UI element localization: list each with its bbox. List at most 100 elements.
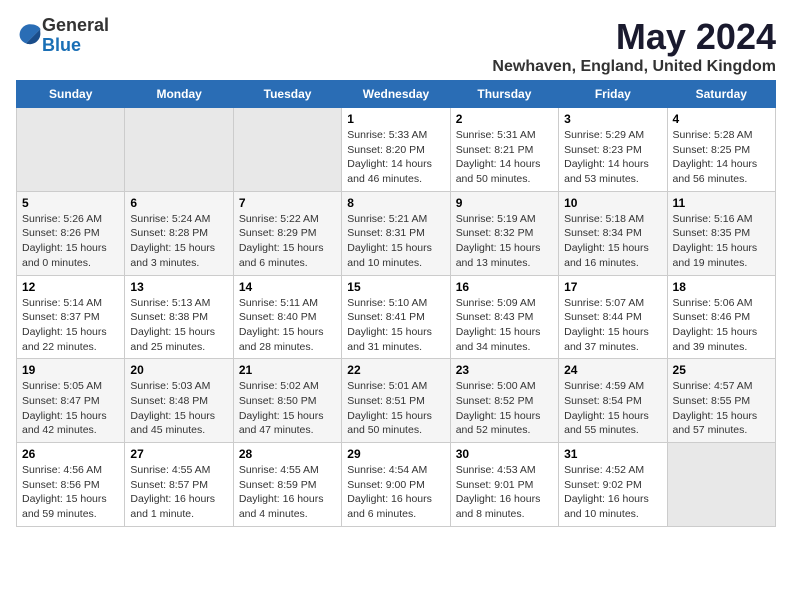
calendar-cell: 18Sunrise: 5:06 AM Sunset: 8:46 PM Dayli…	[667, 275, 775, 359]
day-number: 23	[456, 363, 553, 377]
calendar-cell: 14Sunrise: 5:11 AM Sunset: 8:40 PM Dayli…	[233, 275, 341, 359]
day-info: Sunrise: 5:07 AM Sunset: 8:44 PM Dayligh…	[564, 296, 661, 355]
day-info: Sunrise: 5:00 AM Sunset: 8:52 PM Dayligh…	[456, 379, 553, 438]
calendar-cell: 26 Sunrise: 4:56 AM Sunset: 8:56 PM Dayli…	[17, 443, 125, 527]
day-number: 9	[456, 196, 553, 210]
calendar-cell: 23 Sunrise: 5:00 AM Sunset: 8:52 PM Dayli…	[450, 359, 558, 443]
calendar-week-2: 5 Sunrise: 5:26 AM Sunset: 8:26 PM Daylig…	[17, 191, 776, 275]
calendar-week-4: 19 Sunrise: 5:05 AM Sunset: 8:47 PM Dayli…	[17, 359, 776, 443]
header-tuesday: Tuesday	[233, 81, 341, 108]
calendar-cell: 10 Sunrise: 5:18 AM Sunset: 8:34 PM Dayli…	[559, 191, 667, 275]
calendar-cell: 11Sunrise: 5:16 AM Sunset: 8:35 PM Dayli…	[667, 191, 775, 275]
day-number: 28	[239, 447, 336, 461]
calendar-body: 1 Sunrise: 5:33 AM Sunset: 8:20 PM Daylig…	[17, 108, 776, 527]
calendar-cell: 25Sunrise: 4:57 AM Sunset: 8:55 PM Dayli…	[667, 359, 775, 443]
day-info: Sunrise: 5:33 AM Sunset: 8:20 PM Dayligh…	[347, 128, 444, 187]
calendar-cell: 12 Sunrise: 5:14 AM Sunset: 8:37 PM Dayli…	[17, 275, 125, 359]
header-row: Sunday Monday Tuesday Wednesday Thursday…	[17, 81, 776, 108]
day-info: Sunrise: 5:01 AM Sunset: 8:51 PM Dayligh…	[347, 379, 444, 438]
calendar-header: Sunday Monday Tuesday Wednesday Thursday…	[17, 81, 776, 108]
calendar-cell: 7 Sunrise: 5:22 AM Sunset: 8:29 PM Daylig…	[233, 191, 341, 275]
day-info: Sunrise: 4:55 AM Sunset: 8:57 PM Dayligh…	[130, 463, 227, 522]
calendar-cell: 28Sunrise: 4:55 AM Sunset: 8:59 PM Dayli…	[233, 443, 341, 527]
day-number: 2	[456, 112, 553, 126]
day-info: Sunrise: 4:54 AM Sunset: 9:00 PM Dayligh…	[347, 463, 444, 522]
day-number: 8	[347, 196, 444, 210]
calendar-cell: 20Sunrise: 5:03 AM Sunset: 8:48 PM Dayli…	[125, 359, 233, 443]
day-info: Sunrise: 5:24 AM Sunset: 8:28 PM Dayligh…	[130, 212, 227, 271]
day-number: 10	[564, 196, 661, 210]
day-number: 13	[130, 280, 227, 294]
header-friday: Friday	[559, 81, 667, 108]
calendar-cell	[667, 443, 775, 527]
logo-blue-text: Blue	[42, 35, 81, 55]
calendar-cell: 1 Sunrise: 5:33 AM Sunset: 8:20 PM Daylig…	[342, 108, 450, 192]
day-number: 12	[22, 280, 119, 294]
calendar-cell: 3 Sunrise: 5:29 AM Sunset: 8:23 PM Daylig…	[559, 108, 667, 192]
day-info: Sunrise: 5:26 AM Sunset: 8:26 PM Dayligh…	[22, 212, 119, 271]
day-info: Sunrise: 4:59 AM Sunset: 8:54 PM Dayligh…	[564, 379, 661, 438]
calendar-week-1: 1 Sunrise: 5:33 AM Sunset: 8:20 PM Daylig…	[17, 108, 776, 192]
calendar-cell: 15 Sunrise: 5:10 AM Sunset: 8:41 PM Dayli…	[342, 275, 450, 359]
day-info: Sunrise: 5:31 AM Sunset: 8:21 PM Dayligh…	[456, 128, 553, 187]
calendar-cell: 19 Sunrise: 5:05 AM Sunset: 8:47 PM Dayli…	[17, 359, 125, 443]
day-number: 15	[347, 280, 444, 294]
day-number: 6	[130, 196, 227, 210]
logo-icon	[18, 21, 42, 45]
calendar-cell	[17, 108, 125, 192]
header-thursday: Thursday	[450, 81, 558, 108]
day-info: Sunrise: 5:29 AM Sunset: 8:23 PM Dayligh…	[564, 128, 661, 187]
day-number: 31	[564, 447, 661, 461]
title-block: May 2024 Newhaven, England, United Kingd…	[492, 16, 776, 76]
day-info: Sunrise: 5:19 AM Sunset: 8:32 PM Dayligh…	[456, 212, 553, 271]
day-info: Sunrise: 5:05 AM Sunset: 8:47 PM Dayligh…	[22, 379, 119, 438]
header-wednesday: Wednesday	[342, 81, 450, 108]
day-info: Sunrise: 4:57 AM Sunset: 8:55 PM Dayligh…	[673, 379, 770, 438]
day-info: Sunrise: 5:06 AM Sunset: 8:46 PM Dayligh…	[673, 296, 770, 355]
calendar-week-3: 12 Sunrise: 5:14 AM Sunset: 8:37 PM Dayli…	[17, 275, 776, 359]
day-number: 22	[347, 363, 444, 377]
day-number: 5	[22, 196, 119, 210]
calendar-cell: 5 Sunrise: 5:26 AM Sunset: 8:26 PM Daylig…	[17, 191, 125, 275]
day-number: 17	[564, 280, 661, 294]
day-info: Sunrise: 5:21 AM Sunset: 8:31 PM Dayligh…	[347, 212, 444, 271]
day-info: Sunrise: 4:52 AM Sunset: 9:02 PM Dayligh…	[564, 463, 661, 522]
calendar-cell: 4Sunrise: 5:28 AM Sunset: 8:25 PM Daylig…	[667, 108, 775, 192]
calendar-cell: 8 Sunrise: 5:21 AM Sunset: 8:31 PM Daylig…	[342, 191, 450, 275]
logo-general-text: General	[42, 15, 109, 35]
calendar-week-5: 26 Sunrise: 4:56 AM Sunset: 8:56 PM Dayli…	[17, 443, 776, 527]
day-info: Sunrise: 4:56 AM Sunset: 8:56 PM Dayligh…	[22, 463, 119, 522]
day-number: 30	[456, 447, 553, 461]
calendar-cell	[125, 108, 233, 192]
day-info: Sunrise: 5:22 AM Sunset: 8:29 PM Dayligh…	[239, 212, 336, 271]
main-title: May 2024	[492, 16, 776, 58]
day-number: 3	[564, 112, 661, 126]
calendar-cell: 29 Sunrise: 4:54 AM Sunset: 9:00 PM Dayli…	[342, 443, 450, 527]
day-info: Sunrise: 5:14 AM Sunset: 8:37 PM Dayligh…	[22, 296, 119, 355]
day-number: 16	[456, 280, 553, 294]
calendar-cell: 21 Sunrise: 5:02 AM Sunset: 8:50 PM Dayli…	[233, 359, 341, 443]
day-number: 1	[347, 112, 444, 126]
day-number: 7	[239, 196, 336, 210]
calendar-cell: 31 Sunrise: 4:52 AM Sunset: 9:02 PM Dayli…	[559, 443, 667, 527]
calendar-cell	[233, 108, 341, 192]
page-header: General Blue May 2024 Newhaven, England,…	[16, 16, 776, 76]
day-number: 26	[22, 447, 119, 461]
calendar-cell: 24 Sunrise: 4:59 AM Sunset: 8:54 PM Dayli…	[559, 359, 667, 443]
calendar-cell: 16Sunrise: 5:09 AM Sunset: 8:43 PM Dayli…	[450, 275, 558, 359]
calendar-cell: 6 Sunrise: 5:24 AM Sunset: 8:28 PM Daylig…	[125, 191, 233, 275]
subtitle: Newhaven, England, United Kingdom	[492, 58, 776, 76]
header-sunday: Sunday	[17, 81, 125, 108]
day-number: 11	[673, 196, 770, 210]
day-number: 29	[347, 447, 444, 461]
day-info: Sunrise: 5:10 AM Sunset: 8:41 PM Dayligh…	[347, 296, 444, 355]
day-info: Sunrise: 5:02 AM Sunset: 8:50 PM Dayligh…	[239, 379, 336, 438]
day-info: Sunrise: 5:18 AM Sunset: 8:34 PM Dayligh…	[564, 212, 661, 271]
calendar-cell: 13Sunrise: 5:13 AM Sunset: 8:38 PM Dayli…	[125, 275, 233, 359]
day-number: 19	[22, 363, 119, 377]
calendar-cell: 27Sunrise: 4:55 AM Sunset: 8:57 PM Dayli…	[125, 443, 233, 527]
day-number: 24	[564, 363, 661, 377]
day-number: 20	[130, 363, 227, 377]
day-number: 21	[239, 363, 336, 377]
day-number: 4	[673, 112, 770, 126]
